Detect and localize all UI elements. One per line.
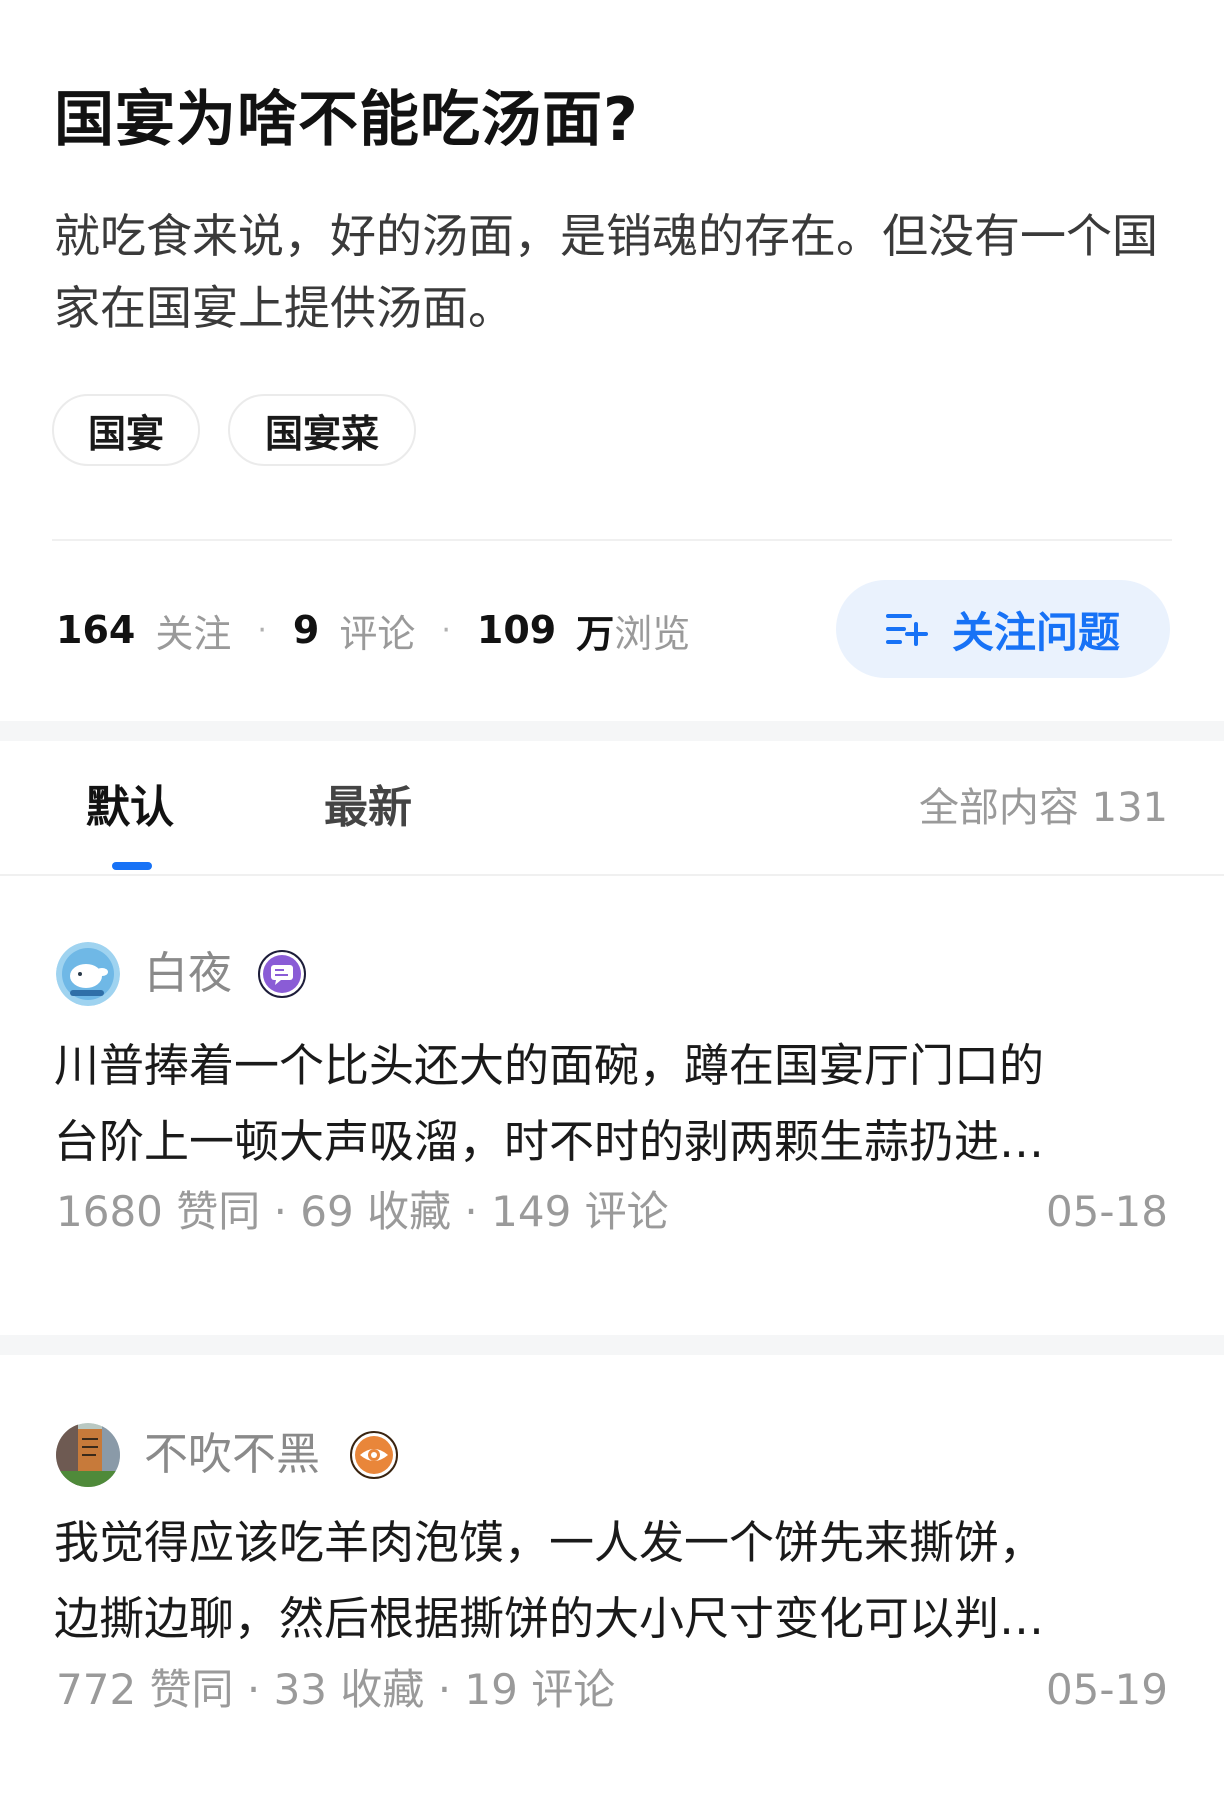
excerpt-line: 我觉得应该吃羊肉泡馍，一人发一个饼先来撕饼， [54, 1516, 1045, 1569]
followers-count: 164 [56, 608, 136, 652]
comments-label[interactable]: 评论 [339, 603, 415, 658]
separator-dot: · [441, 612, 451, 648]
followers-label: 关注 [155, 611, 232, 656]
tab-default[interactable]: 默认 [86, 772, 174, 844]
active-tab-indicator [112, 862, 152, 870]
tab-latest[interactable]: 最新 [324, 772, 412, 844]
avatar-image [56, 942, 120, 1006]
chat-badge-icon [258, 950, 306, 998]
total-content-count: 全部内容 131 [918, 785, 1168, 831]
separator-dot: · [257, 612, 267, 648]
views-count: 109 [476, 608, 557, 652]
answer-card[interactable]: 不吹不黑 我觉得应该吃羊肉泡馍，一人发一个饼先来撕饼， 边撕边聊，然后根据撕饼的… [0, 1355, 1224, 1804]
answer-date: 05-19 [1045, 1665, 1168, 1714]
answer-card[interactable]: 白夜 川普捧着一个比头还大的面碗，蹲在国宴厅门口的 台阶上一顿大声吸溜，时不时的… [0, 876, 1224, 1335]
section-separator [0, 1335, 1224, 1355]
answer-excerpt[interactable]: 川普捧着一个比头还大的面碗，蹲在国宴厅门口的 台阶上一顿大声吸溜，时不时的剥两颗… [54, 1028, 1170, 1180]
divider [52, 539, 1172, 541]
excerpt-line: 川普捧着一个比头还大的面碗，蹲在国宴厅门口的 [54, 1039, 1045, 1092]
follow-list-icon [885, 614, 928, 646]
author-name[interactable]: 不吹不黑 [144, 1423, 320, 1487]
eye-badge-icon [350, 1431, 398, 1479]
views-unit: 万 [576, 611, 615, 656]
answer-date: 05-18 [1045, 1187, 1168, 1236]
question-stats: 164 关注 · 9 评论 · 109 万 浏览 [56, 598, 690, 662]
excerpt-line: 台阶上一顿大声吸溜，时不时的剥两颗生蒜扔进… [54, 1115, 1045, 1168]
views-label: 浏览 [614, 611, 691, 656]
answer-excerpt[interactable]: 我觉得应该吃羊肉泡馍，一人发一个饼先来撕饼， 边撕边聊，然后根据撕饼的大小尺寸变… [54, 1505, 1170, 1657]
answer-meta: 772 赞同 · 33 收藏 · 19 评论 [56, 1665, 616, 1714]
excerpt-line: 边撕边聊，然后根据撕饼的大小尺寸变化可以判… [54, 1592, 1045, 1645]
tag-guoyancai[interactable]: 国宴菜 [228, 394, 416, 466]
follow-question-label: 关注问题 [951, 607, 1120, 657]
author-name[interactable]: 白夜 [144, 942, 232, 1006]
question-title: 国宴为啥不能吃汤面? [54, 85, 639, 155]
section-separator [0, 721, 1224, 741]
tag-guoyan[interactable]: 国宴 [52, 394, 200, 466]
avatar[interactable] [56, 942, 120, 1006]
comments-count[interactable]: 9 [293, 608, 319, 652]
answer-meta: 1680 赞同 · 69 收藏 · 149 评论 [56, 1187, 669, 1236]
avatar-image [56, 1423, 120, 1487]
avatar[interactable] [56, 1423, 120, 1487]
question-description: 就吃食来说，好的汤面，是销魂的存在。但没有一个国家在国宴上提供汤面。 [54, 209, 1158, 335]
follow-question-button[interactable]: 关注问题 [836, 580, 1170, 678]
